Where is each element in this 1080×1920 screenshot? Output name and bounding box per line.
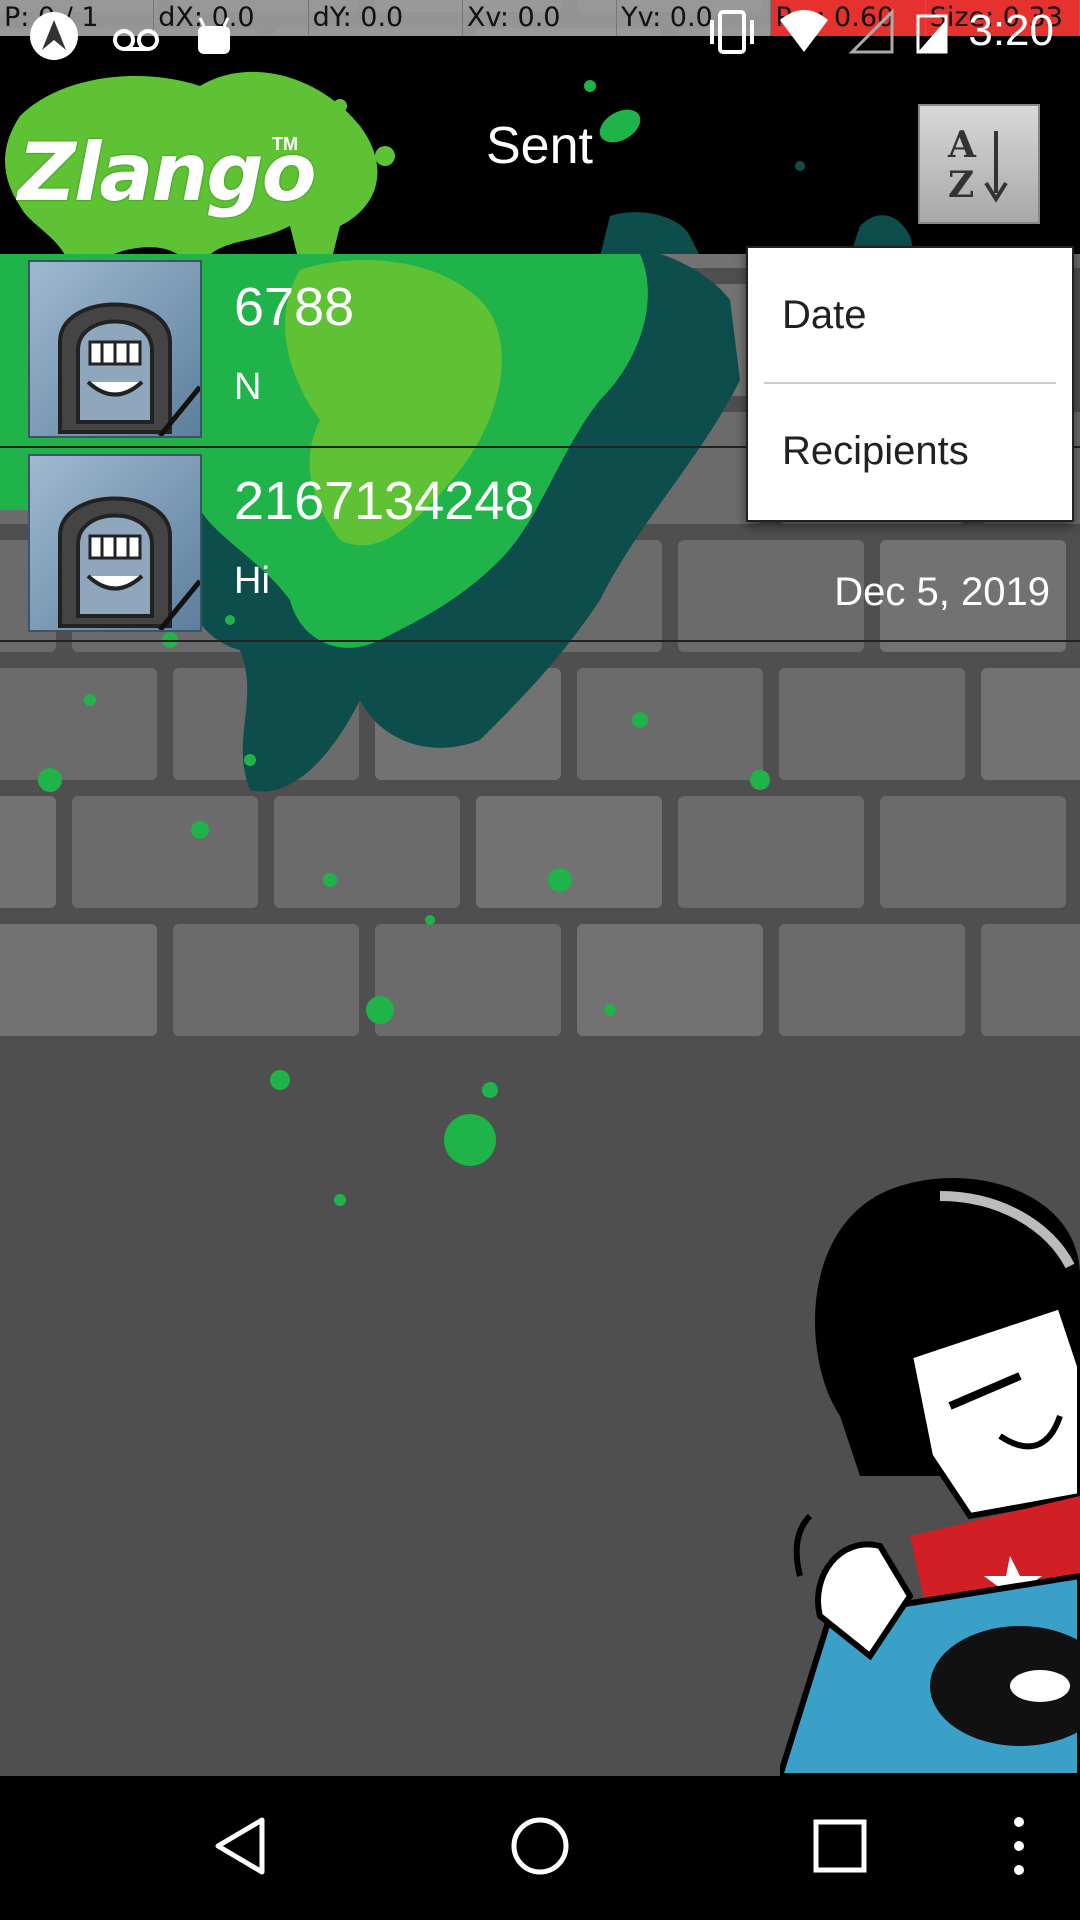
navigation-bar: [0, 1776, 1080, 1920]
wifi-icon: [780, 10, 829, 52]
dj-character-illustration: [780, 1178, 1080, 1776]
menu-item-recipients[interactable]: Recipients: [748, 384, 1072, 518]
status-bar: 3:20: [0, 0, 1080, 72]
signal-icon: [848, 8, 894, 54]
logo-wordmark: Zlango: [18, 126, 317, 219]
page-title: Sent: [486, 117, 593, 175]
app-notification-icon: [30, 12, 78, 60]
back-icon[interactable]: [212, 1814, 268, 1878]
recipient-number: 6788: [234, 277, 355, 337]
message-preview: Hi: [234, 560, 270, 602]
home-icon[interactable]: [508, 1814, 572, 1878]
sort-button[interactable]: A Z: [918, 104, 1040, 224]
svg-text:A: A: [947, 124, 977, 166]
battery-charging-icon: [916, 14, 948, 54]
avatar: [28, 260, 202, 438]
menu-item-date[interactable]: Date: [748, 248, 1072, 382]
zlango-logo: Zlango TM: [10, 86, 370, 254]
android-icon: [198, 17, 230, 54]
svg-text:Z: Z: [948, 164, 974, 206]
voicemail-icon: [113, 29, 159, 51]
vibrate-icon: [710, 10, 755, 54]
clock: 3:20: [968, 6, 1054, 55]
overflow-menu-icon[interactable]: [1004, 1814, 1034, 1878]
recipient-number: 2167134248: [234, 471, 535, 531]
sort-options-menu: Date Recipients: [746, 246, 1074, 522]
sort-az-icon: A Z: [947, 124, 1008, 206]
message-preview: N: [234, 366, 262, 408]
logo-trademark: TM: [272, 134, 298, 154]
screen: P: 0 / 1 dX: 0.0 dY: 0.0 Xv: 0.0 Yv: 0.0…: [0, 0, 1080, 1920]
knight-avatar-icon: [58, 302, 200, 436]
recents-icon[interactable]: [812, 1814, 868, 1878]
message-date: Dec 5, 2019: [834, 570, 1050, 614]
avatar: [28, 454, 202, 632]
knight-avatar-icon: [58, 496, 200, 630]
